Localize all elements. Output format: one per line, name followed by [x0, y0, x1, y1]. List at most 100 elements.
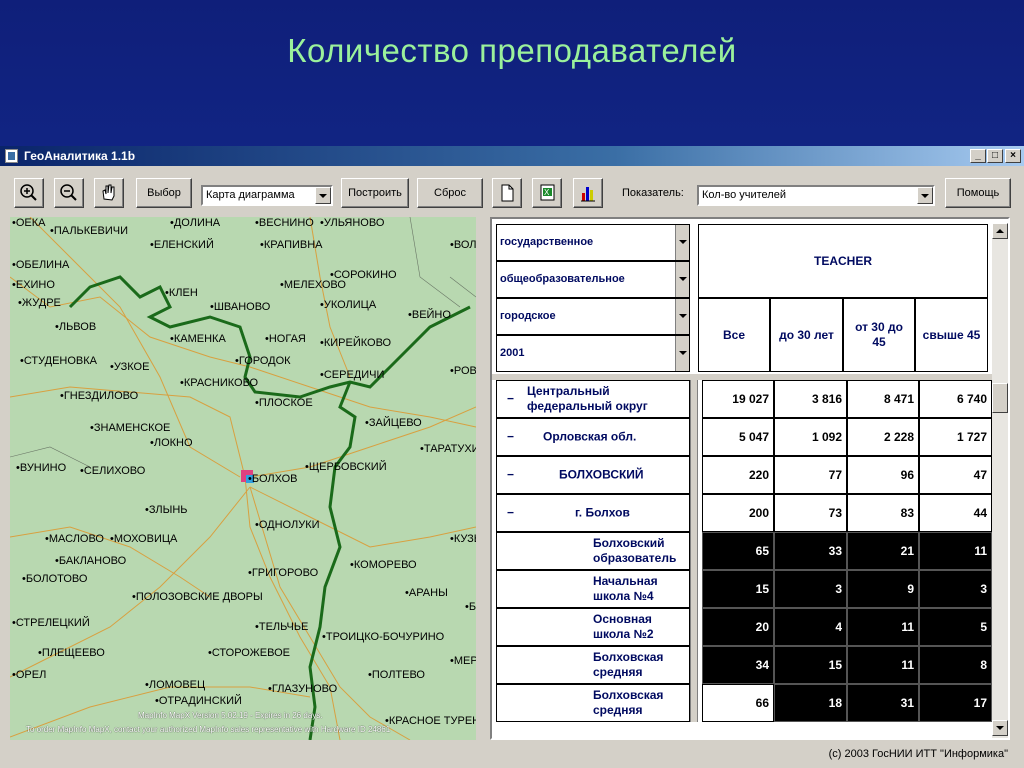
zoom-out-button[interactable] [54, 178, 84, 208]
build-button[interactable]: Построить [341, 178, 409, 208]
map-town-label[interactable]: •ЖУДРЕ [18, 297, 61, 309]
map-town-label[interactable]: •ГРИГОРОВО [248, 567, 318, 579]
map-town-label[interactable]: •МАСЛОВО [45, 533, 104, 545]
table-cell[interactable]: 9 [847, 570, 919, 608]
collapse-icon[interactable]: − [507, 430, 514, 445]
table-cell[interactable]: 83 [847, 494, 919, 532]
map-town-label[interactable]: •УЛЬЯНОВО [320, 217, 384, 229]
table-cell[interactable]: 21 [847, 532, 919, 570]
table-row[interactable]: Болховская средняя 34 15 11 8 [496, 646, 992, 684]
map-town-label[interactable]: •КРАСНОЕ ТУРЕН [385, 715, 476, 727]
map-town-label[interactable]: •ЗАЙЦЕВО [365, 417, 422, 429]
map-town-label[interactable]: •РОВНО [450, 365, 476, 377]
table-cell[interactable]: 17 [919, 684, 992, 722]
table-cell[interactable]: 33 [774, 532, 847, 570]
map-town-label[interactable]: •СЕРЕДИЧИ [320, 369, 384, 381]
row-label[interactable]: − Орловская обл. [496, 418, 690, 456]
map-town-label[interactable]: •ЛЬВОВ [55, 321, 96, 333]
table-cell[interactable]: 1 092 [774, 418, 847, 456]
table-cell[interactable]: 220 [702, 456, 774, 494]
table-cell[interactable]: 19 027 [702, 380, 774, 418]
table-cell[interactable]: 1 727 [919, 418, 992, 456]
map-town-label[interactable]: •КАМЕНКА [170, 333, 226, 345]
map-town-label[interactable]: •ПЛЕЩЕЕВО [38, 647, 105, 659]
row-label[interactable]: Болховская средняя [496, 646, 690, 684]
map-town-label[interactable]: •БАЙ [465, 601, 476, 613]
table-cell[interactable]: 3 816 [774, 380, 847, 418]
map-town-label[interactable]: •ОТРАДИНСКИЙ [155, 695, 242, 707]
table-cell[interactable]: 6 740 [919, 380, 992, 418]
table-cell[interactable]: 8 471 [847, 380, 919, 418]
chevron-down-icon[interactable] [675, 336, 689, 371]
table-row[interactable]: Болховская средняя 66 18 31 17 [496, 684, 992, 722]
chevron-down-icon[interactable] [917, 187, 933, 204]
table-row[interactable]: − БОЛХОВСКИЙ 220 77 96 47 [496, 456, 992, 494]
map-town-label[interactable]: •ГЛАЗУНОВО [268, 683, 337, 695]
table-cell[interactable]: 77 [774, 456, 847, 494]
map-town-label[interactable]: •ОБЕЛИНА [12, 259, 69, 271]
map-town-label[interactable]: •ВЕЙНО [408, 309, 451, 321]
row-label[interactable]: Основная школа №2 [496, 608, 690, 646]
map-town-label[interactable]: •КРАПИВНА [260, 239, 323, 251]
map-town-label[interactable]: •НОГАЯ [265, 333, 306, 345]
map-town-label[interactable]: •ЛОМОВЕЦ [145, 679, 205, 691]
chevron-down-icon[interactable] [675, 262, 689, 297]
table-row[interactable]: Болховский образователь 65 33 21 11 [496, 532, 992, 570]
map-town-label[interactable]: •ТЕЛЬЧЬЕ [255, 621, 308, 633]
table-cell[interactable]: 15 [774, 646, 847, 684]
map-town-label[interactable]: •СТУДЕНОВКА [20, 355, 97, 367]
map-town-label[interactable]: •ОРЕЛ [12, 669, 46, 681]
table-row[interactable]: Начальная школа №4 15 3 9 3 [496, 570, 992, 608]
collapse-icon[interactable]: − [507, 392, 514, 407]
row-label[interactable]: Болховская средняя [496, 684, 690, 722]
table-row[interactable]: − г. Болхов 200 73 83 44 [496, 494, 992, 532]
table-cell[interactable]: 15 [702, 570, 774, 608]
map-town-label[interactable]: •БОЛХОВ [248, 473, 297, 485]
map-town-label[interactable]: •КРАСНИКОВО [180, 377, 258, 389]
filter-year[interactable]: 2001 [496, 335, 690, 372]
table-cell[interactable]: 66 [702, 684, 774, 722]
map-town-label[interactable]: •ПОЛТЕВО [368, 669, 425, 681]
filter-school-type[interactable]: общеобразовательное [496, 261, 690, 298]
map-town-label[interactable]: •ГНЕЗДИЛОВО [60, 390, 138, 402]
chart-button[interactable] [573, 178, 603, 208]
map-town-label[interactable]: •ПАЛЬКЕВИЧИ [50, 225, 128, 237]
table-cell[interactable]: 5 [919, 608, 992, 646]
table-cell[interactable]: 20 [702, 608, 774, 646]
map-town-label[interactable]: •КУЗЬМ [450, 533, 476, 545]
zoom-in-button[interactable] [14, 178, 44, 208]
chevron-down-icon[interactable] [315, 187, 331, 204]
table-cell[interactable]: 3 [774, 570, 847, 608]
map-town-label[interactable]: •ТРОИЦКО-БОЧУРИНО [322, 631, 444, 643]
map-town-label[interactable]: •КОМОРЕВО [350, 559, 417, 571]
map-town-label[interactable]: •ОДНОЛУКИ [255, 519, 320, 531]
table-row[interactable]: Основная школа №2 20 4 11 5 [496, 608, 992, 646]
map-town-label[interactable]: •АРАНЫ [405, 587, 448, 599]
vertical-scrollbar[interactable] [992, 223, 1008, 738]
column-header[interactable]: свыше 45 [915, 298, 988, 372]
map-town-label[interactable]: •КИРЕЙКОВО [320, 337, 391, 349]
table-cell[interactable]: 18 [774, 684, 847, 722]
map-town-label[interactable]: •МОХОВИЦА [110, 533, 177, 545]
chevron-down-icon[interactable] [675, 225, 689, 260]
map-town-label[interactable]: •СТОРОЖЕВОЕ [208, 647, 290, 659]
table-cell[interactable]: 3 [919, 570, 992, 608]
scroll-down-icon[interactable] [992, 720, 1008, 736]
map-town-label[interactable]: •ДОЛИНА [170, 217, 220, 229]
map-town-label[interactable]: •ВУНИНО [16, 462, 66, 474]
indicator-select[interactable]: Кол-во учителей [697, 185, 935, 206]
map-town-label[interactable]: •ШВАНОВО [210, 301, 270, 313]
table-cell[interactable]: 73 [774, 494, 847, 532]
scroll-up-icon[interactable] [992, 223, 1008, 239]
minimize-button[interactable]: _ [970, 149, 986, 163]
close-button[interactable]: × [1005, 149, 1021, 163]
map-town-label[interactable]: •ЗЛЫНЬ [145, 504, 188, 516]
table-cell[interactable]: 44 [919, 494, 992, 532]
filter-ownership[interactable]: государственное [496, 224, 690, 261]
table-cell[interactable]: 11 [919, 532, 992, 570]
table-cell[interactable]: 11 [847, 646, 919, 684]
collapse-icon[interactable]: − [507, 506, 514, 521]
filter-area-type[interactable]: городское [496, 298, 690, 335]
map-town-label[interactable]: •ОЕКА [12, 217, 46, 229]
table-cell[interactable]: 96 [847, 456, 919, 494]
